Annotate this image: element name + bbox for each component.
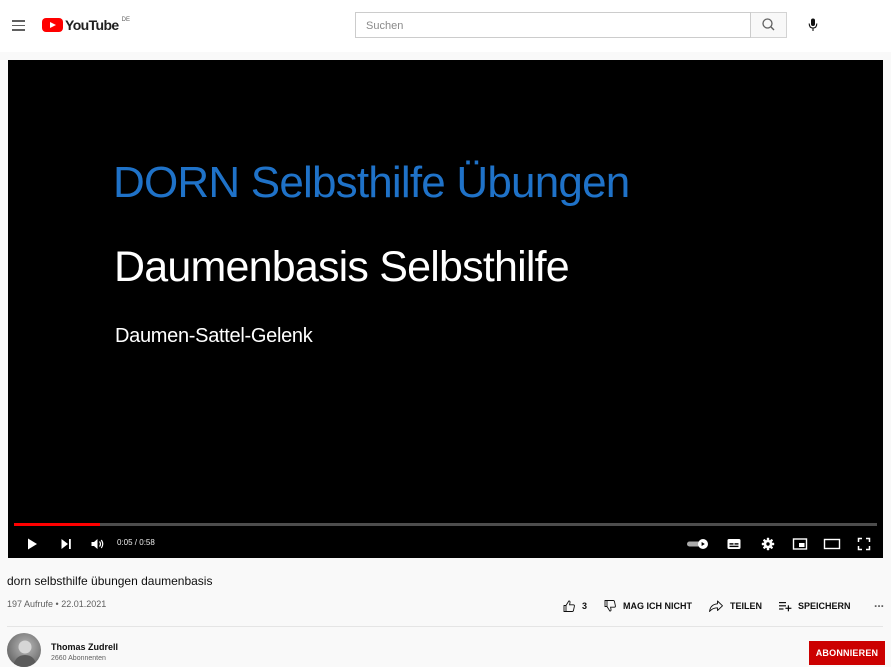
dislike-button[interactable]: MAG ICH NICHT — [603, 599, 692, 613]
fullscreen-icon — [857, 537, 871, 551]
share-label: TEILEN — [730, 601, 763, 611]
microphone-icon — [808, 18, 818, 31]
video-info: 197 Aufrufe • 22.01.2021 — [7, 599, 107, 609]
thumbs-down-icon — [604, 600, 616, 612]
playlist-add-icon — [779, 602, 792, 612]
subtitles-button[interactable] — [724, 534, 744, 554]
youtube-logo[interactable]: YouTube DE — [42, 16, 130, 36]
miniplayer-button[interactable] — [790, 534, 810, 554]
logo-text: YouTube — [65, 17, 119, 33]
channel-avatar[interactable] — [7, 633, 41, 667]
thumbs-up-icon — [563, 600, 575, 612]
region-code: DE — [121, 17, 130, 23]
progress-bar[interactable] — [14, 523, 877, 526]
autoplay-toggle[interactable] — [685, 534, 711, 554]
next-icon — [61, 539, 71, 549]
more-actions-button[interactable]: ... — [871, 597, 887, 612]
gear-icon — [761, 537, 775, 551]
video-actions: 3 MAG ICH NICHT TEILEN SPEICHERN — [562, 596, 867, 616]
theater-mode-button[interactable] — [822, 534, 842, 554]
video-player[interactable]: DORN Selbsthilfe Übungen Daumenbasis Sel… — [8, 60, 883, 558]
slide-subtitle: Daumenbasis Selbsthilfe — [114, 243, 570, 291]
search-box — [355, 12, 751, 38]
voice-search-button[interactable] — [801, 13, 825, 37]
search-icon — [762, 18, 775, 31]
next-button[interactable] — [56, 534, 76, 554]
progress-played — [14, 523, 101, 526]
channel-name[interactable]: Thomas Zudrell — [51, 642, 118, 652]
guide-menu-icon[interactable] — [8, 14, 30, 36]
time-display: 0:05 / 0:58 — [117, 538, 155, 547]
theater-mode-icon — [823, 538, 841, 550]
save-label: SPEICHERN — [798, 601, 851, 611]
like-button[interactable]: 3 — [562, 599, 587, 613]
subtitles-icon — [727, 539, 741, 549]
video-title: dorn selbsthilfe übungen daumenbasis — [7, 574, 213, 588]
divider — [7, 626, 883, 627]
channel-avatar-icon — [13, 640, 37, 667]
play-button[interactable] — [22, 534, 42, 554]
search-input[interactable] — [364, 14, 748, 38]
slide-caption: Daumen-Sattel-Gelenk — [115, 325, 313, 347]
fullscreen-button[interactable] — [854, 534, 874, 554]
masthead: YouTube DE — [0, 0, 891, 52]
share-button[interactable]: TEILEN — [708, 599, 762, 613]
subscribe-button[interactable]: ABONNIEREN — [809, 641, 885, 665]
search-button[interactable] — [751, 12, 787, 38]
autoplay-toggle-icon — [687, 539, 708, 549]
dislike-label: MAG ICH NICHT — [623, 601, 693, 611]
volume-button[interactable] — [88, 534, 108, 554]
slide-title: DORN Selbsthilfe Übungen — [113, 158, 630, 207]
share-icon — [709, 600, 723, 612]
like-count: 3 — [582, 601, 588, 611]
save-button[interactable]: SPEICHERN — [778, 599, 851, 613]
play-icon — [28, 538, 37, 550]
volume-icon — [91, 539, 104, 549]
youtube-play-icon — [42, 18, 63, 32]
miniplayer-icon — [792, 538, 808, 550]
settings-button[interactable] — [758, 534, 778, 554]
